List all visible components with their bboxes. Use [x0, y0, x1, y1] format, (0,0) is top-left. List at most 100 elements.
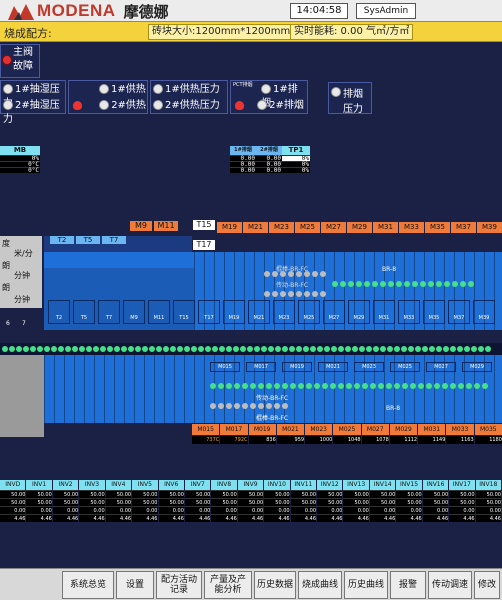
smoke-pressure-button[interactable]: 排烟 压力 — [328, 82, 372, 115]
zone-label: M021 — [276, 424, 305, 435]
roller-dot — [418, 383, 424, 389]
nav-button[interactable]: 修改 — [474, 571, 500, 599]
zone-label-t5: T5 — [76, 236, 100, 244]
roller-dot — [274, 403, 280, 409]
roller-dot — [149, 346, 155, 352]
roller-dot — [408, 346, 414, 352]
inverter-value: 4.46 — [132, 514, 158, 522]
panel-num: 6 — [6, 320, 10, 327]
inverter-column: INV10 50.00 50.00 0.00 4.46 — [264, 480, 290, 526]
roller-dot — [478, 346, 484, 352]
upper-zone-labels: M19 M21 M23 M25 M27 M29 M31 M33 M35 M37 M39 — [217, 222, 502, 233]
inverter-value: 50.00 — [396, 498, 422, 506]
nav-button[interactable]: 烧成曲线 — [298, 571, 342, 599]
roller-dot — [107, 346, 113, 352]
nav-button[interactable]: 配方活动 记录 — [156, 571, 202, 599]
roller-dot — [366, 346, 372, 352]
zone-label: M031 — [418, 424, 446, 435]
inner-zone-label: M021 — [318, 362, 348, 372]
status-circle-icon — [153, 84, 163, 94]
nav-button[interactable]: 报警 — [390, 571, 426, 599]
roller-dot — [212, 346, 218, 352]
zone-label: M017 — [220, 424, 248, 435]
roller-dot — [340, 281, 346, 287]
inverter-value: 50.00 — [369, 490, 396, 498]
roller-dot — [280, 271, 286, 277]
inverter-value: 4.46 — [317, 514, 343, 522]
nav-button[interactable]: 传动调速 — [428, 571, 472, 599]
roller-dot — [282, 346, 288, 352]
nav-button[interactable]: 历史曲线 — [344, 571, 388, 599]
roller-dot — [266, 403, 272, 409]
roller-dot — [348, 281, 354, 287]
inverter-value: 4.46 — [369, 514, 396, 522]
roller-dot — [268, 346, 274, 352]
roller-dot — [264, 291, 270, 297]
inverter-value: 4.46 — [396, 514, 422, 522]
roller-dot — [362, 383, 368, 389]
inverter-value: 0.00 — [132, 506, 158, 514]
roller-dot — [320, 271, 326, 277]
zone-box: M19 — [223, 300, 245, 324]
nav-button[interactable]: 系统总览 — [62, 571, 114, 599]
supply-heat-1-button[interactable]: 1#供热 — [99, 83, 146, 97]
dehumid-pressure-1-button[interactable]: 1#抽湿压力 — [3, 83, 65, 109]
roller-dot — [218, 403, 224, 409]
main-valve-fault-button[interactable]: 主阀 故障 — [0, 44, 40, 78]
nav-button[interactable]: 历史数据 — [254, 571, 296, 599]
inverter-value: 50.00 — [26, 498, 52, 506]
dehumid-pressure-panel: 1#抽湿压力 2#抽湿压力 — [0, 80, 66, 125]
upper-dots-row-3 — [264, 291, 326, 297]
inner-zone-label: M017 — [246, 362, 276, 372]
smoke-2-button[interactable]: 2#排烟 — [235, 99, 304, 113]
roller-dot — [386, 383, 392, 389]
zone-value: 792C — [220, 436, 248, 444]
inverter-value: 50.00 — [26, 490, 52, 498]
roller-dot — [380, 281, 386, 287]
upper-br-label: BR-8 — [382, 266, 397, 273]
inverter-label: INV11 — [290, 480, 317, 490]
zone-label: M015 — [192, 424, 220, 435]
inverter-value: 4.46 — [475, 514, 501, 522]
inverter-value: 50.00 — [264, 498, 290, 506]
zone-label-t17: T17 — [193, 240, 215, 250]
nav-button[interactable]: 产量及产 能分析 — [204, 571, 252, 599]
panel-text: 分钟 — [14, 295, 30, 304]
panel-text: 分钟 — [14, 271, 30, 280]
zone-box: T2 — [48, 300, 70, 324]
zone-label: M39 — [477, 222, 502, 233]
supply-heat-2-button[interactable]: 2#供热 — [73, 99, 146, 113]
inverter-value: 0.00 — [475, 506, 501, 514]
zone-box: T15 — [173, 300, 195, 324]
inverter-column: INV5 50.00 50.00 0.00 4.46 — [132, 480, 158, 526]
inner-zone-label: M023 — [354, 362, 384, 372]
zone-value: 1078 — [361, 436, 389, 444]
zone-box: M23 — [273, 300, 295, 324]
inverter-value: 50.00 — [79, 498, 105, 506]
inverter-value: 4.46 — [264, 514, 290, 522]
roller-dot — [272, 271, 278, 277]
roller-dot — [346, 383, 352, 389]
inverter-value: 50.00 — [105, 498, 132, 506]
zone-box: M29 — [348, 300, 370, 324]
info-bar: 烧成配方: 砖块大小:1200mm*1200mm 实时能耗: 0.00 气㎥/方… — [0, 22, 502, 42]
inverter-value: 4.46 — [184, 514, 211, 522]
roller-dot — [210, 403, 216, 409]
supply-heat-pressure-2-button[interactable]: 2#供热压力 — [153, 99, 220, 113]
roller-dot — [304, 291, 310, 297]
user-button[interactable]: SysAdmin — [356, 3, 416, 19]
inner-zone-label: M029 — [462, 362, 492, 372]
roller-dots — [2, 346, 491, 352]
roller-dot — [198, 346, 204, 352]
inverter-column: INV14 50.00 50.00 0.00 4.46 — [369, 480, 396, 526]
inverter-value: 0.00 — [158, 506, 184, 514]
tp1-sub-2: 2#排烟 — [256, 146, 282, 155]
dehumid-pressure-2-button[interactable]: 2#抽湿压力 — [3, 99, 65, 125]
nav-button[interactable]: 设置 — [116, 571, 154, 599]
inverter-column: INV4 50.00 50.00 0.00 4.46 — [105, 480, 132, 526]
smoke-1-button[interactable]: 1#排烟 — [261, 83, 307, 109]
upper-conveyor-label-2: 传动-BR-FC — [276, 282, 309, 289]
supply-heat-pressure-1-button[interactable]: 1#供热压力 — [153, 83, 220, 97]
roller-dot — [264, 271, 270, 277]
inverter-value: 50.00 — [237, 498, 264, 506]
